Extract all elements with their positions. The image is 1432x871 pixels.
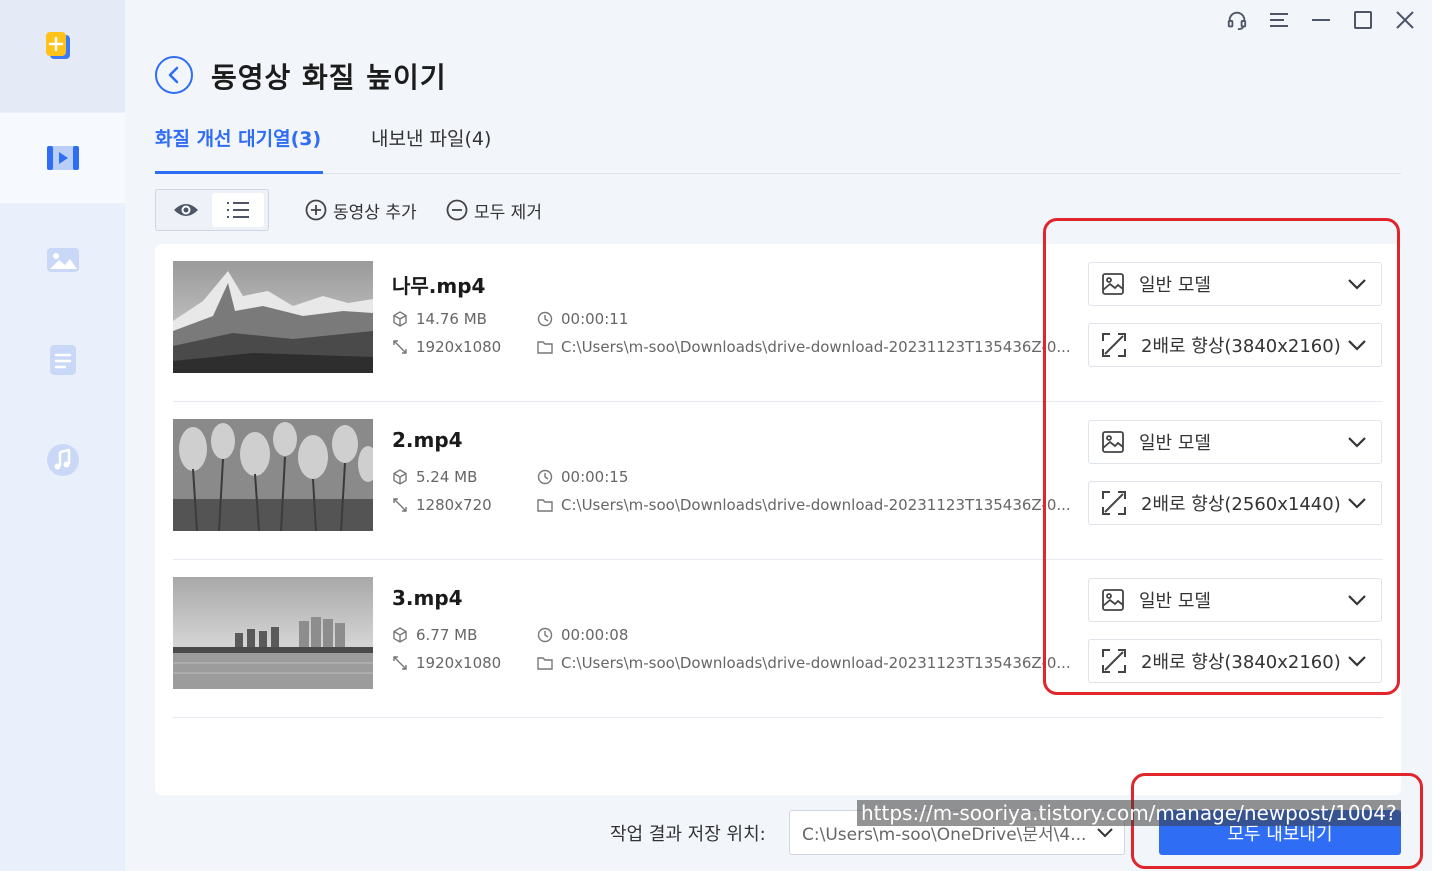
cube-icon <box>393 627 407 643</box>
document-icon <box>49 345 76 375</box>
photo-icon <box>46 248 79 272</box>
folder-icon <box>537 341 553 354</box>
chevron-down-icon <box>1348 437 1366 448</box>
cube-icon <box>393 311 407 327</box>
maximize-button[interactable] <box>1352 6 1374 34</box>
sidebar <box>0 0 125 871</box>
remove-all-label: 모두 제거 <box>474 202 542 223</box>
maximize-icon <box>1354 11 1372 29</box>
expand-icon <box>1102 333 1126 357</box>
folder-icon <box>537 499 553 512</box>
sidebar-item-audio[interactable] <box>0 415 125 505</box>
minimize-icon <box>1312 19 1330 21</box>
file-resolution: 1920x1080 <box>392 338 501 356</box>
close-icon <box>1396 11 1414 29</box>
menu-icon <box>1270 13 1288 27</box>
model-dropdown[interactable]: 일반 모델 <box>1088 262 1382 306</box>
minus-circle-icon <box>446 199 468 221</box>
support-button[interactable] <box>1226 6 1248 34</box>
plus-circle-icon <box>305 199 327 221</box>
save-location-label: 작업 결과 저장 위치: <box>610 824 766 845</box>
file-path: C:\Users\m-soo\Downloads\drive-download-… <box>537 338 1082 356</box>
close-button[interactable] <box>1394 6 1416 34</box>
mountain-thumbnail-image <box>173 261 373 373</box>
image-icon <box>1102 273 1124 295</box>
file-name: 2.mp4 <box>392 428 463 452</box>
window-controls <box>1226 6 1416 34</box>
file-resolution: 1280x720 <box>392 496 492 514</box>
menu-button[interactable] <box>1268 6 1290 34</box>
main-content: 동영상 화질 높이기 화질 개선 대기열(3) 내보낸 파일(4) 동영상 추가… <box>125 0 1432 871</box>
remove-all-button[interactable]: 모두 제거 <box>446 196 542 224</box>
expand-icon <box>1102 491 1126 515</box>
cube-icon <box>393 469 407 485</box>
file-duration: 00:00:15 <box>537 468 628 486</box>
queue-item: 나무.mp4 14.76 MB 1920x1080 00:00:11 C:\Us… <box>173 244 1383 402</box>
clock-icon <box>537 311 553 327</box>
music-icon <box>46 444 79 476</box>
sidebar-item-photo[interactable] <box>0 215 125 305</box>
video-thumbnail[interactable] <box>173 419 373 531</box>
add-video-button[interactable]: 동영상 추가 <box>305 196 417 224</box>
chevron-down-icon <box>1348 279 1366 290</box>
add-video-label: 동영상 추가 <box>333 202 417 223</box>
scale-dropdown[interactable]: 2배로 향상(2560x1440) <box>1088 481 1382 525</box>
model-dropdown[interactable]: 일반 모델 <box>1088 578 1382 622</box>
reeds-thumbnail-image <box>173 419 373 531</box>
list-view-button[interactable] <box>212 193 264 227</box>
file-path: C:\Users\m-soo\Downloads\drive-download-… <box>537 496 1082 514</box>
scale-dropdown[interactable]: 2배로 향상(3840x2160) <box>1088 639 1382 683</box>
resize-icon <box>393 498 407 512</box>
video-enhance-icon <box>46 146 79 170</box>
image-icon <box>1102 589 1124 611</box>
video-thumbnail[interactable] <box>173 577 373 689</box>
file-size: 6.77 MB <box>392 626 477 644</box>
url-watermark: https://m-sooriya.tistory.com/manage/new… <box>857 800 1401 826</box>
headset-icon <box>1227 11 1247 31</box>
model-dropdown[interactable]: 일반 모델 <box>1088 420 1382 464</box>
file-size: 5.24 MB <box>392 468 477 486</box>
tab-exported[interactable]: 내보낸 파일(4) <box>371 126 491 174</box>
chevron-down-icon <box>1348 340 1366 351</box>
file-duration: 00:00:08 <box>537 626 628 644</box>
queue-item: 3.mp4 6.77 MB 1920x1080 00:00:08 C:\User… <box>173 560 1383 718</box>
file-path: C:\Users\m-soo\Downloads\drive-download-… <box>537 654 1082 672</box>
file-size: 14.76 MB <box>392 310 487 328</box>
clock-icon <box>537 469 553 485</box>
file-name: 3.mp4 <box>392 586 463 610</box>
chevron-down-icon <box>1348 595 1366 606</box>
expand-icon <box>1102 649 1126 673</box>
minimize-button[interactable] <box>1310 6 1332 34</box>
app-logo-area <box>0 0 125 112</box>
chevron-left-icon <box>168 66 179 84</box>
file-resolution: 1920x1080 <box>392 654 501 672</box>
folder-icon <box>537 657 553 670</box>
resize-icon <box>393 656 407 670</box>
back-button[interactable] <box>155 56 193 94</box>
eye-icon <box>174 204 198 216</box>
preview-view-button[interactable] <box>160 193 212 227</box>
list-icon <box>227 202 249 218</box>
file-name: 나무.mp4 <box>392 274 486 298</box>
chevron-down-icon <box>1097 828 1113 838</box>
page-title: 동영상 화질 높이기 <box>211 61 447 94</box>
sidebar-item-video[interactable] <box>0 113 125 203</box>
app-logo-icon <box>46 32 70 59</box>
tab-queue[interactable]: 화질 개선 대기열(3) <box>155 126 324 174</box>
city-lake-thumbnail-image <box>173 577 373 689</box>
chevron-down-icon <box>1348 498 1366 509</box>
clock-icon <box>537 627 553 643</box>
video-thumbnail[interactable] <box>173 261 373 373</box>
queue-panel: 나무.mp4 14.76 MB 1920x1080 00:00:11 C:\Us… <box>155 244 1401 795</box>
scale-dropdown[interactable]: 2배로 향상(3840x2160) <box>1088 323 1382 367</box>
view-toggle <box>155 189 269 231</box>
tab-bar: 화질 개선 대기열(3) 내보낸 파일(4) <box>155 126 1401 174</box>
chevron-down-icon <box>1348 656 1366 667</box>
image-icon <box>1102 431 1124 453</box>
resize-icon <box>393 340 407 354</box>
sidebar-item-document[interactable] <box>0 315 125 405</box>
file-duration: 00:00:11 <box>537 310 628 328</box>
queue-item: 2.mp4 5.24 MB 1280x720 00:00:15 C:\Users… <box>173 402 1383 560</box>
